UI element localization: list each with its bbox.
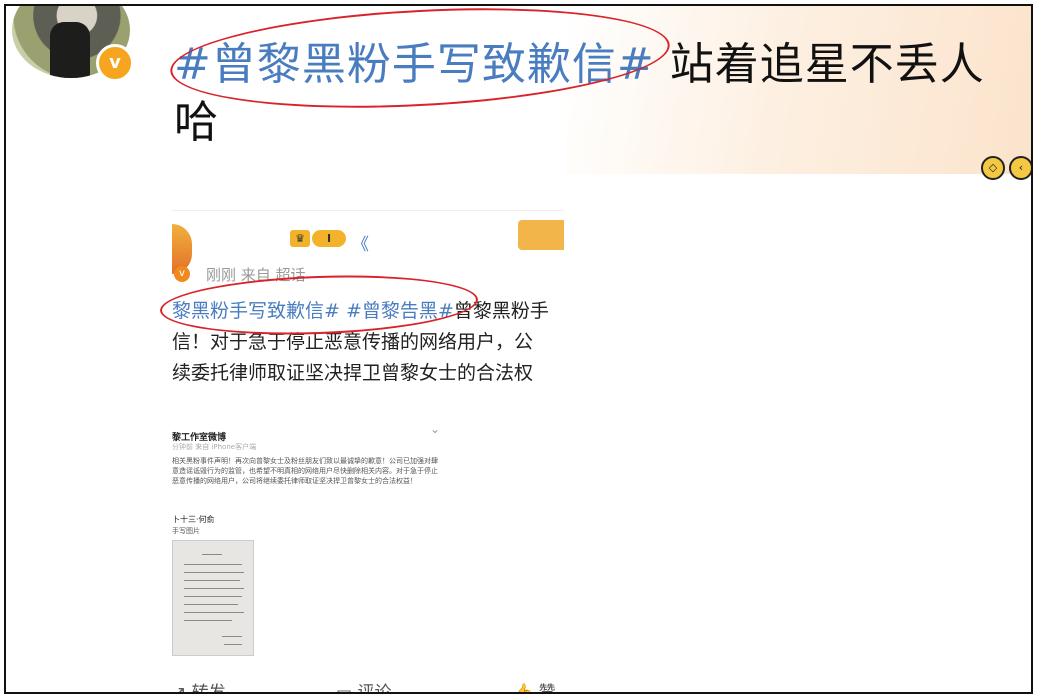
crown-icon: ♛ [290,230,310,247]
avatar-figure [50,22,90,78]
title-text: 站着追星不丢人 [654,39,985,90]
verified-badge-icon: v [96,44,134,82]
comment-label: 评论 [357,683,392,694]
decoration-badge [518,220,564,250]
like-label: 赞 [538,683,556,694]
corner-icons: ◇ ‹ [981,156,1031,186]
diamond-icon[interactable]: ◇ [981,156,1005,180]
screenshot-user: 卜十三·何俞 [172,515,215,524]
divider [172,210,564,211]
attached-screenshot[interactable]: ⌄ 黎工作室微博 分钟前 来自 iPhone客户端 相关黑粉事件声明！再次向曾黎… [172,416,444,666]
title-text-line2: 哈 [174,97,219,148]
verified-icon: v [174,266,190,282]
post-tag[interactable]: 《 [352,230,369,255]
level-badge: I [312,230,346,247]
chevron-left-icon[interactable]: ‹ [1009,156,1031,180]
screenshot-text: 相关黑粉事件声明！再次向曾黎女士及粉丝朋友们致以最诚挚的歉意！公司已加强对肆意造… [172,457,438,485]
screenshot-meta: 分钟前 来自 iPhone客户端 [172,443,257,451]
chevron-down-icon: ⌄ [430,422,441,436]
repost-label: 转发 [191,683,226,694]
repost-button[interactable]: ↗ 转发 [172,678,226,694]
screenshot-sub: 手写图片 [172,527,200,535]
comment-button[interactable]: ▭ 评论 [336,678,392,694]
screenshot-frame: v #曾黎黑粉手写致歉信# 站着追星不丢人哈 ◇ ‹ ♛ I 《 v 刚刚 来自… [4,4,1033,694]
like-button[interactable]: 👍 赞 [512,678,556,694]
handwritten-letter-image [172,540,254,656]
post-body-line3: 续委托律师取证坚决捍卫曾黎女士的合法权 [172,362,534,384]
post-actions: ↗ 转发 ▭ 评论 👍 赞 [172,678,564,694]
